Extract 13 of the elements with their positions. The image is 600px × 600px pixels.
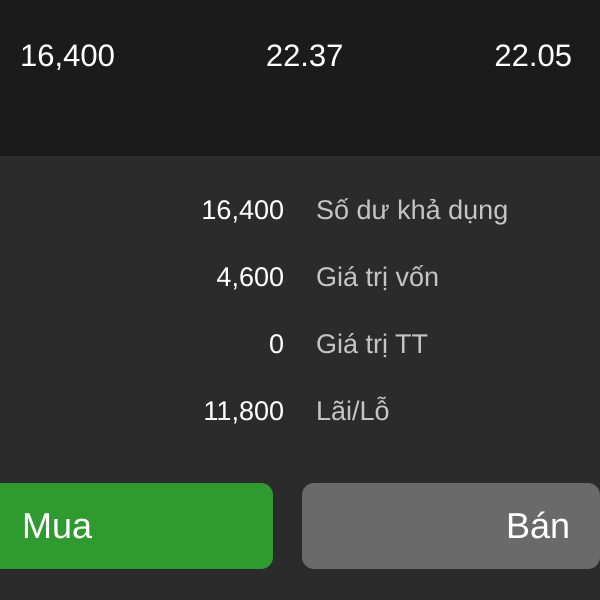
price-value: 22.05: [494, 37, 572, 75]
summary-value: 11,800: [202, 396, 284, 426]
sell-button[interactable]: Bán: [302, 483, 600, 569]
summary-label: Số dư khả dụng: [316, 194, 508, 226]
summary-value: 0: [268, 328, 284, 360]
buy-button[interactable]: Mua: [0, 483, 274, 569]
summary-value: 16,400: [200, 194, 284, 226]
price-value: 16,400: [20, 37, 115, 75]
summary-value: 4,600: [215, 262, 284, 292]
summary-label: Giá trị TT: [316, 328, 428, 360]
summary-label: Giá trị vốn: [316, 262, 440, 292]
summary-label: Lãi/Lỗ: [316, 396, 390, 426]
price-value: 22.37: [266, 37, 344, 75]
